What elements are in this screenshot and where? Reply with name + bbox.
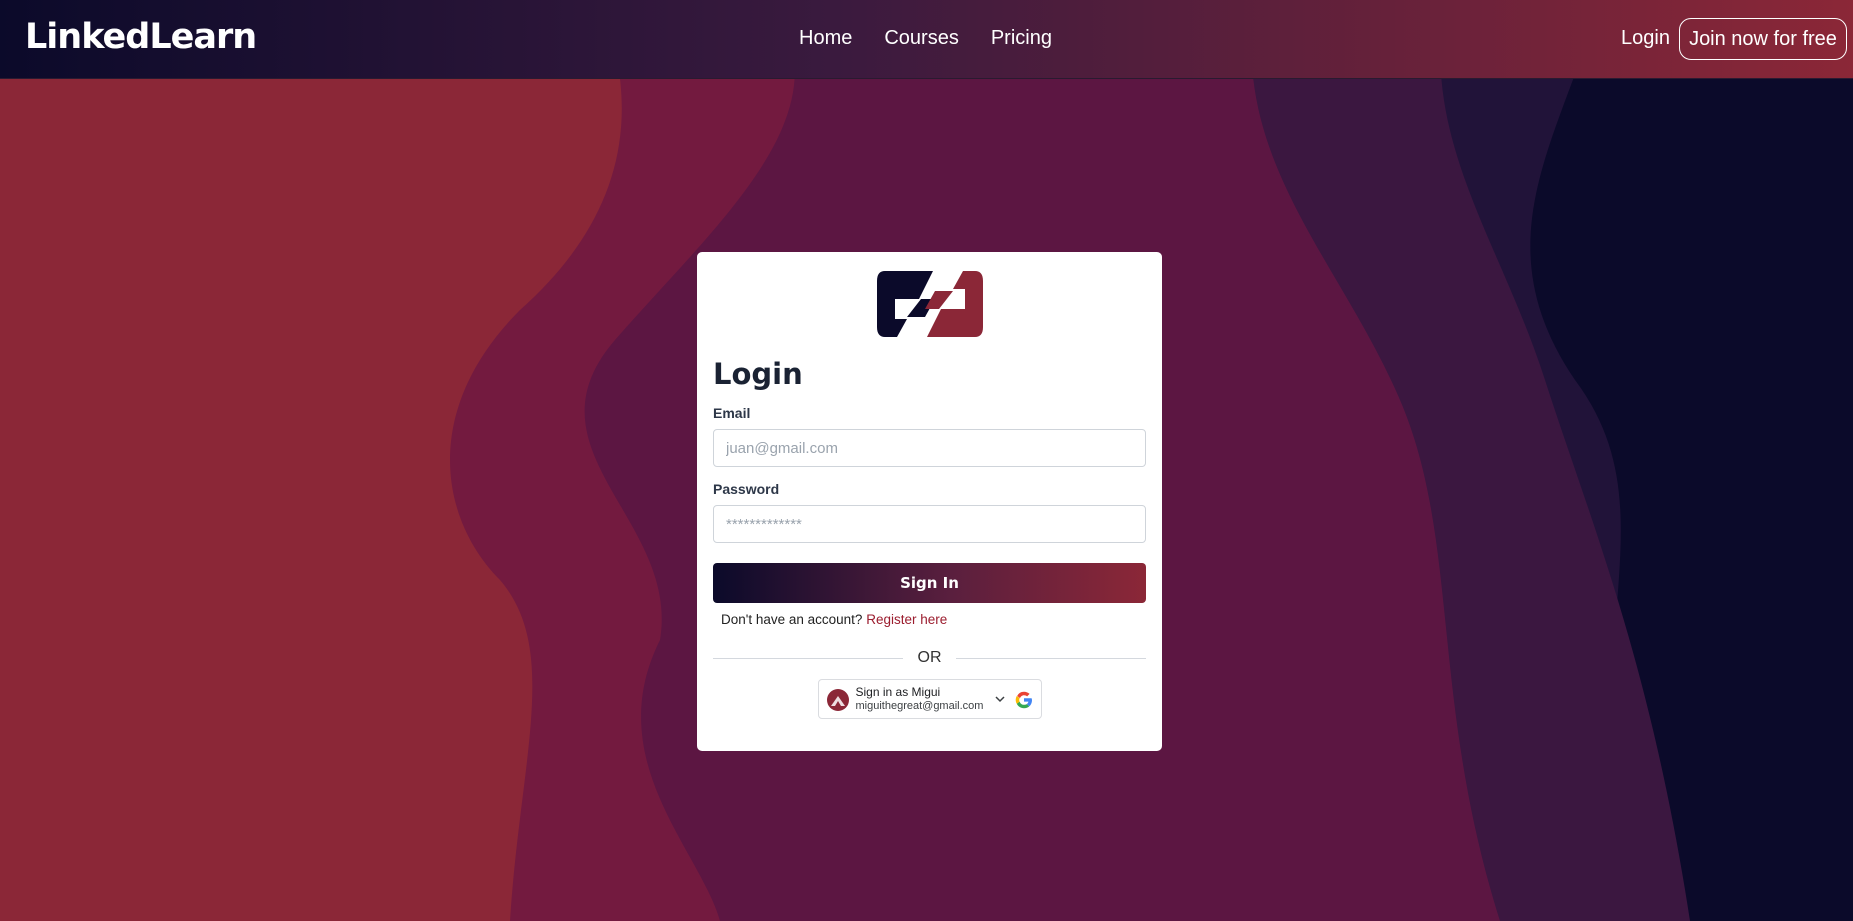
email-label: Email — [713, 405, 751, 421]
register-prompt: Don't have an account? — [721, 612, 863, 627]
google-account-email: miguithegreat@gmail.com — [855, 700, 984, 712]
google-account-name: Sign in as Migui — [855, 685, 941, 699]
brand-logo-icon — [876, 271, 983, 337]
or-divider: OR — [713, 647, 1146, 671]
register-row: Don't have an account? Register here — [721, 612, 1146, 627]
google-icon — [1015, 691, 1032, 709]
or-text: OR — [917, 649, 942, 666]
chevron-down-icon[interactable] — [994, 696, 1005, 703]
register-link[interactable]: Register here — [866, 612, 947, 627]
email-field[interactable] — [713, 429, 1146, 467]
sign-in-button[interactable]: Sign In — [713, 563, 1146, 603]
top-navbar: LinkedLearn Home Courses Pricing Login J… — [0, 0, 1853, 79]
google-sign-in-button[interactable]: Sign in as Migui miguithegreat@gmail.com — [817, 679, 1042, 719]
nav-link-home[interactable]: Home — [799, 27, 852, 50]
divider-line-left — [713, 658, 903, 659]
nav-links: Home Courses Pricing — [799, 27, 1052, 50]
nav-link-courses[interactable]: Courses — [884, 27, 958, 50]
user-avatar-icon — [826, 689, 849, 711]
password-label: Password — [713, 481, 780, 497]
login-card: Login Email Password Sign In Don't have … — [697, 252, 1162, 751]
login-title: Login — [713, 357, 803, 391]
divider-line-right — [956, 658, 1146, 659]
join-now-button[interactable]: Join now for free — [1679, 18, 1847, 60]
brand-wordmark[interactable]: LinkedLearn — [25, 17, 257, 57]
nav-link-pricing[interactable]: Pricing — [991, 27, 1052, 50]
password-field[interactable] — [713, 505, 1146, 543]
nav-login-link[interactable]: Login — [1621, 27, 1670, 50]
